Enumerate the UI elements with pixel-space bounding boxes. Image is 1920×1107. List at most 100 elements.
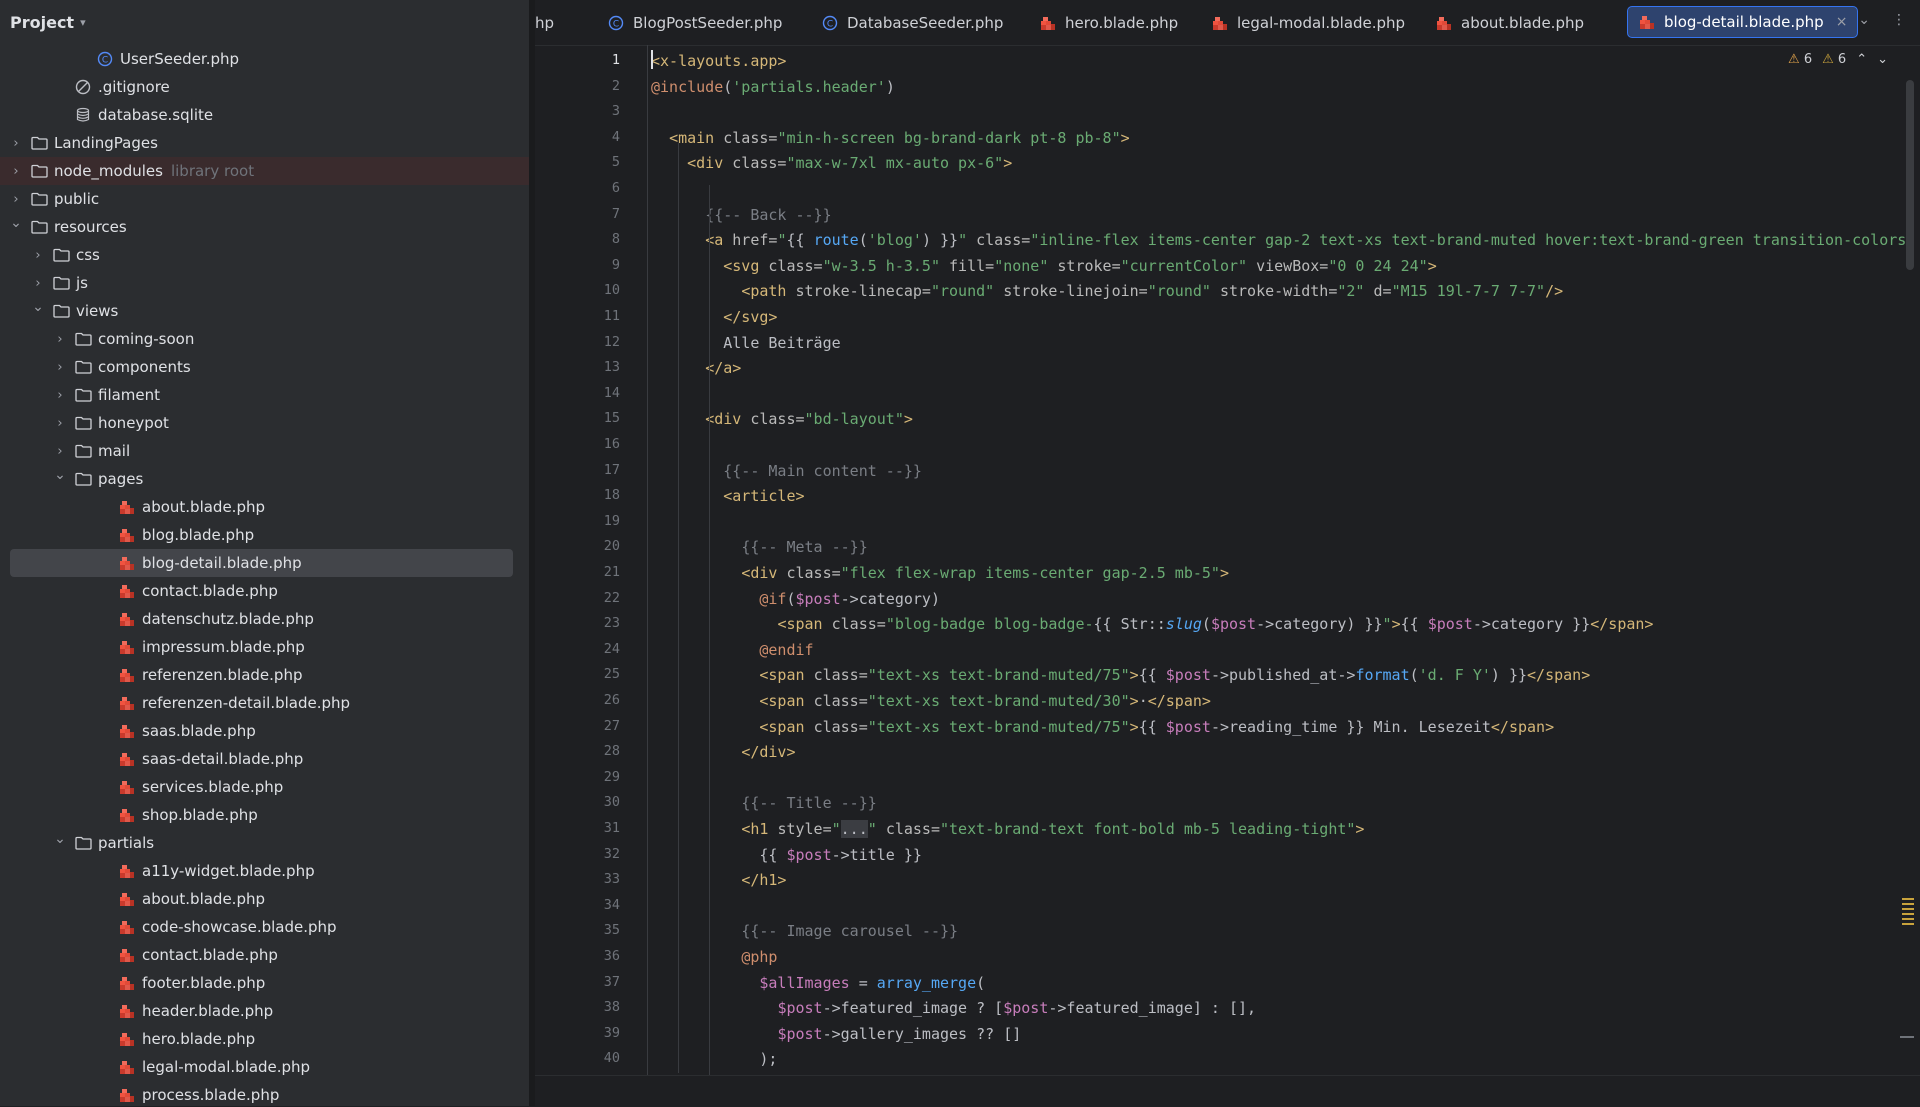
tree-item-public[interactable]: › public [0, 185, 529, 213]
tree-item-filament[interactable]: › filament [0, 381, 529, 409]
chevron-down-icon[interactable]: ▾ [80, 16, 86, 29]
code-line[interactable]: </h1> [651, 868, 786, 893]
tree-item-about-blade-php[interactable]: ›about.blade.php [0, 885, 529, 913]
code-area[interactable]: <x-layouts.app> @include('partials.header… [535, 45, 1920, 1075]
tree-item-contact-blade-php[interactable]: ›contact.blade.php [0, 941, 529, 969]
tree-item-coming-soon[interactable]: › coming-soon [0, 325, 529, 353]
tree-item-resources[interactable]: ⌄ resources [0, 213, 529, 241]
code-line[interactable]: <div class="flex flex-wrap items-center … [651, 561, 1229, 586]
chevron-right-icon[interactable]: › [52, 332, 68, 347]
chevron-down-icon[interactable]: ⌄ [52, 831, 68, 847]
code-line[interactable]: {{-- Title --}} [651, 791, 876, 816]
tree-item-blog-detail-blade-php[interactable]: ›blog-detail.blade.php [0, 549, 529, 577]
tree-item-components[interactable]: › components [0, 353, 529, 381]
code-line[interactable]: {{-- Meta --}} [651, 535, 867, 560]
code-line[interactable]: @php [651, 945, 777, 970]
chevron-right-icon[interactable]: › [52, 388, 68, 403]
code-line[interactable]: @if($post->category) [651, 587, 940, 612]
tab-blogpostseeder-php[interactable]: C BlogPostSeeder.php [607, 8, 782, 38]
project-panel-header[interactable]: Project ▾ [0, 0, 529, 45]
tree-item-mail[interactable]: › mail [0, 437, 529, 465]
chevron-down-icon[interactable]: ⌄ [30, 299, 46, 315]
tab-blog-detail-blade-php[interactable]: blog-detail.blade.php × [1627, 6, 1859, 38]
code-line[interactable]: <article> [651, 484, 804, 509]
chevron-right-icon[interactable]: › [8, 164, 24, 179]
chevron-right-icon[interactable]: › [30, 248, 46, 263]
code-line[interactable]: @endif [651, 638, 813, 663]
tree-item-gitignore[interactable]: ›.gitignore [0, 73, 529, 101]
chevron-down-icon[interactable]: ⌄ [52, 467, 68, 483]
code-line[interactable]: Alle Beiträge [651, 331, 840, 356]
tree-item-pages[interactable]: ⌄ pages [0, 465, 529, 493]
tree-item-code-showcase-blade-php[interactable]: ›code-showcase.blade.php [0, 913, 529, 941]
tree-item-process-blade-php[interactable]: ›process.blade.php [0, 1081, 529, 1106]
chevron-right-icon[interactable]: › [8, 136, 24, 151]
tree-item-legal-modal-blade-php[interactable]: ›legal-modal.blade.php [0, 1053, 529, 1081]
chevron-right-icon[interactable]: › [8, 192, 24, 207]
chevron-right-icon[interactable]: › [52, 444, 68, 459]
code-token: <h1 [741, 820, 778, 838]
code-line[interactable]: <h1 style="..." class="text-brand-text f… [651, 817, 1364, 842]
tab-list-chevron-icon[interactable]: ⌄ [1858, 12, 1870, 28]
chevron-down-icon[interactable]: ⌄ [8, 215, 24, 231]
tree-item-shop-blade-php[interactable]: ›shop.blade.php [0, 801, 529, 829]
tab-hp[interactable]: hp [535, 8, 554, 38]
code-line[interactable]: <span class="text-xs text-brand-muted/75… [651, 715, 1554, 740]
tree-item-contact-blade-php[interactable]: ›contact.blade.php [0, 577, 529, 605]
error-stripe-markers[interactable] [1902, 898, 1914, 926]
chevron-right-icon[interactable]: › [30, 276, 46, 291]
chevron-right-icon[interactable]: › [52, 416, 68, 431]
more-actions-icon[interactable]: ⋮ [1892, 12, 1906, 28]
code-line[interactable]: <x-layouts.app> [651, 49, 786, 74]
tree-item-partials[interactable]: ⌄ partials [0, 829, 529, 857]
tab-databaseseeder-php[interactable]: C DatabaseSeeder.php [821, 8, 1003, 38]
chevron-right-icon[interactable]: › [52, 360, 68, 375]
tree-item-footer-blade-php[interactable]: ›footer.blade.php [0, 969, 529, 997]
code-line[interactable]: {{-- Main content --}} [651, 459, 922, 484]
code-line[interactable]: {{-- Image carousel --}} [651, 919, 958, 944]
code-line[interactable]: <main class="min-h-screen bg-brand-dark … [651, 126, 1130, 151]
code-line[interactable]: <span class="text-xs text-brand-muted/75… [651, 663, 1590, 688]
editor-scrollbar-thumb[interactable] [1906, 80, 1914, 270]
tab-about-blade-php[interactable]: about.blade.php [1435, 8, 1584, 38]
code-line[interactable]: <div class="max-w-7xl mx-auto px-6"> [651, 151, 1012, 176]
tree-item-js[interactable]: › js [0, 269, 529, 297]
tree-item-saas-detail-blade-php[interactable]: ›saas-detail.blade.php [0, 745, 529, 773]
code-line[interactable]: ); [651, 1047, 777, 1072]
code-line[interactable]: </a> [651, 356, 741, 381]
code-line[interactable]: <a href="{{ route('blog') }}" class="inl… [651, 228, 1906, 253]
code-line[interactable]: </div> [651, 740, 795, 765]
code-line[interactable]: <path stroke-linecap="round" stroke-line… [651, 279, 1563, 304]
tree-item-hero-blade-php[interactable]: ›hero.blade.php [0, 1025, 529, 1053]
tree-item-database-sqlite[interactable]: ›database.sqlite [0, 101, 529, 129]
code-line[interactable]: <div class="bd-layout"> [651, 407, 913, 432]
code-line[interactable]: $allImages = array_merge( [651, 971, 985, 996]
tree-item-referenzen-detail-blade-php[interactable]: ›referenzen-detail.blade.php [0, 689, 529, 717]
code-line[interactable]: $post->gallery_images ?? [] [651, 1022, 1021, 1047]
code-line[interactable]: <span class="blog-badge blog-badge-{{ St… [651, 612, 1653, 637]
tree-item-a11y-widget-blade-php[interactable]: ›a11y-widget.blade.php [0, 857, 529, 885]
tree-item-services-blade-php[interactable]: ›services.blade.php [0, 773, 529, 801]
tree-item-node-modules[interactable]: › node_modules library root [0, 157, 529, 185]
tree-item-landingpages[interactable]: › LandingPages [0, 129, 529, 157]
tree-item-header-blade-php[interactable]: ›header.blade.php [0, 997, 529, 1025]
tree-item-about-blade-php[interactable]: ›about.blade.php [0, 493, 529, 521]
tree-item-css[interactable]: › css [0, 241, 529, 269]
code-line[interactable]: </svg> [651, 305, 777, 330]
tree-item-blog-blade-php[interactable]: ›blog.blade.php [0, 521, 529, 549]
tab-hero-blade-php[interactable]: hero.blade.php [1039, 8, 1178, 38]
close-tab-icon[interactable]: × [1836, 14, 1848, 30]
tree-item-honeypot[interactable]: › honeypot [0, 409, 529, 437]
tree-item-referenzen-blade-php[interactable]: ›referenzen.blade.php [0, 661, 529, 689]
code-line[interactable]: <svg class="w-3.5 h-3.5" fill="none" str… [651, 254, 1436, 279]
tree-item-saas-blade-php[interactable]: ›saas.blade.php [0, 717, 529, 745]
code-line[interactable]: {{ $post->title }} [651, 843, 922, 868]
tree-item-userseeder-php[interactable]: ›CUserSeeder.php [0, 45, 529, 73]
code-line[interactable]: <span class="text-xs text-brand-muted/30… [651, 689, 1211, 714]
tree-item-views[interactable]: ⌄ views [0, 297, 529, 325]
code-line[interactable]: @include('partials.header') [651, 75, 895, 100]
tab-legal-modal-blade-php[interactable]: legal-modal.blade.php [1211, 8, 1405, 38]
code-line[interactable]: $post->featured_image ? [$post->featured… [651, 996, 1256, 1021]
tree-item-datenschutz-blade-php[interactable]: ›datenschutz.blade.php [0, 605, 529, 633]
tree-item-impressum-blade-php[interactable]: ›impressum.blade.php [0, 633, 529, 661]
